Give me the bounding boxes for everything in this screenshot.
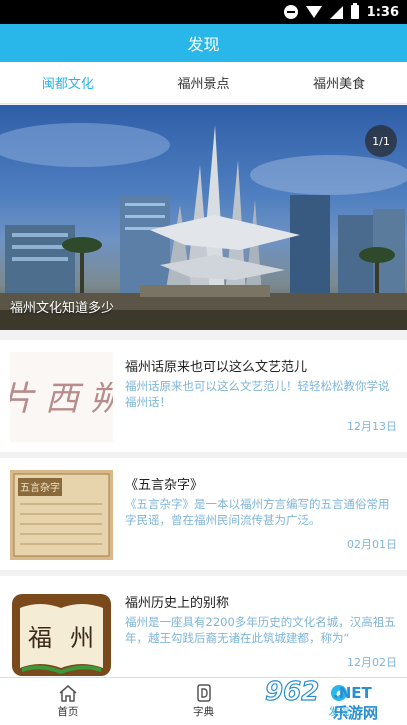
- list-item[interactable]: 片 西 朔 福州话原来也可以这么文艺范儿 福州话原来也可以这么文艺范儿！轻轻松松…: [0, 340, 407, 452]
- article-desc: 福州是一座具有2200多年历史的文化名城，汉高祖五年，越王勾践后裔无诸在此筑城建…: [125, 615, 396, 645]
- banner-pager: 1/1: [365, 125, 397, 157]
- nav-home[interactable]: 首页: [0, 678, 136, 725]
- svg-text:962: 962: [265, 677, 319, 707]
- nav-dictionary-label: 字典: [193, 706, 214, 718]
- list-item[interactable]: 福 州 福州历史上的别称 福州是一座具有2200多年历史的文化名城，汉高祖五年，…: [0, 576, 407, 688]
- nav-dictionary[interactable]: 字典: [136, 678, 272, 725]
- article-title: 福州话原来也可以这么文艺范儿: [125, 360, 308, 375]
- article-desc: 《五言杂字》是一本以福州方言编写的五言通俗常用字民谣，曾在福州民间流传甚为广泛。: [125, 497, 390, 527]
- svg-text:乐游网: 乐游网: [333, 704, 378, 722]
- app-header: 发现: [0, 24, 407, 62]
- status-time: 1:36: [366, 4, 399, 20]
- do-not-disturb-icon: [283, 5, 298, 19]
- tab-fuzhou-scenic[interactable]: 福州景点: [136, 62, 272, 103]
- nav-home-label: 首页: [57, 706, 79, 718]
- article-thumbnail: 五言杂字: [10, 470, 113, 560]
- thumbnail-char-fu: 福: [28, 624, 52, 652]
- article-desc: 福州话原来也可以这么文艺范儿！轻轻松松教你学说福州话！: [125, 379, 390, 409]
- thumbnail-char-zhou: 州: [70, 624, 94, 652]
- signal-icon: [329, 5, 343, 19]
- thumbnail-book-title: 五言杂字: [20, 481, 60, 494]
- dictionary-icon: [196, 684, 211, 702]
- site-watermark-logo: 962 .NET 乐游网: [264, 676, 378, 722]
- svg-text:.NET: .NET: [333, 684, 372, 702]
- page-title: 发现: [187, 35, 220, 54]
- article-thumbnail: 片 西 朔: [10, 352, 113, 442]
- banner-carousel[interactable]: 福州文化知道多少 1/1: [0, 105, 407, 330]
- banner-caption: 福州文化知道多少: [10, 301, 115, 316]
- wifi-icon: [305, 6, 322, 18]
- article-date: 12月02日: [347, 656, 397, 669]
- category-tabs: 闽都文化 福州景点 福州美食: [0, 62, 407, 104]
- article-date: 12月13日: [347, 420, 397, 433]
- list-item[interactable]: 五言杂字 《五言杂字》 《五言杂字》是一本以福州方言编写的五言通俗常用字民谣，曾…: [0, 458, 407, 570]
- battery-icon: [350, 3, 359, 19]
- article-thumbnail: 福 州: [10, 588, 113, 678]
- article-date: 02月01日: [347, 538, 397, 551]
- article-title: 福州历史上的别称: [125, 596, 230, 611]
- status-bar: 1:36: [0, 0, 407, 24]
- home-icon: [59, 685, 77, 702]
- thumbnail-calligraphy: 片 西 朔: [10, 379, 113, 419]
- tab-mindu-culture[interactable]: 闽都文化: [0, 62, 136, 103]
- tab-fuzhou-food[interactable]: 福州美食: [271, 62, 407, 103]
- article-title: 《五言杂字》: [125, 478, 204, 493]
